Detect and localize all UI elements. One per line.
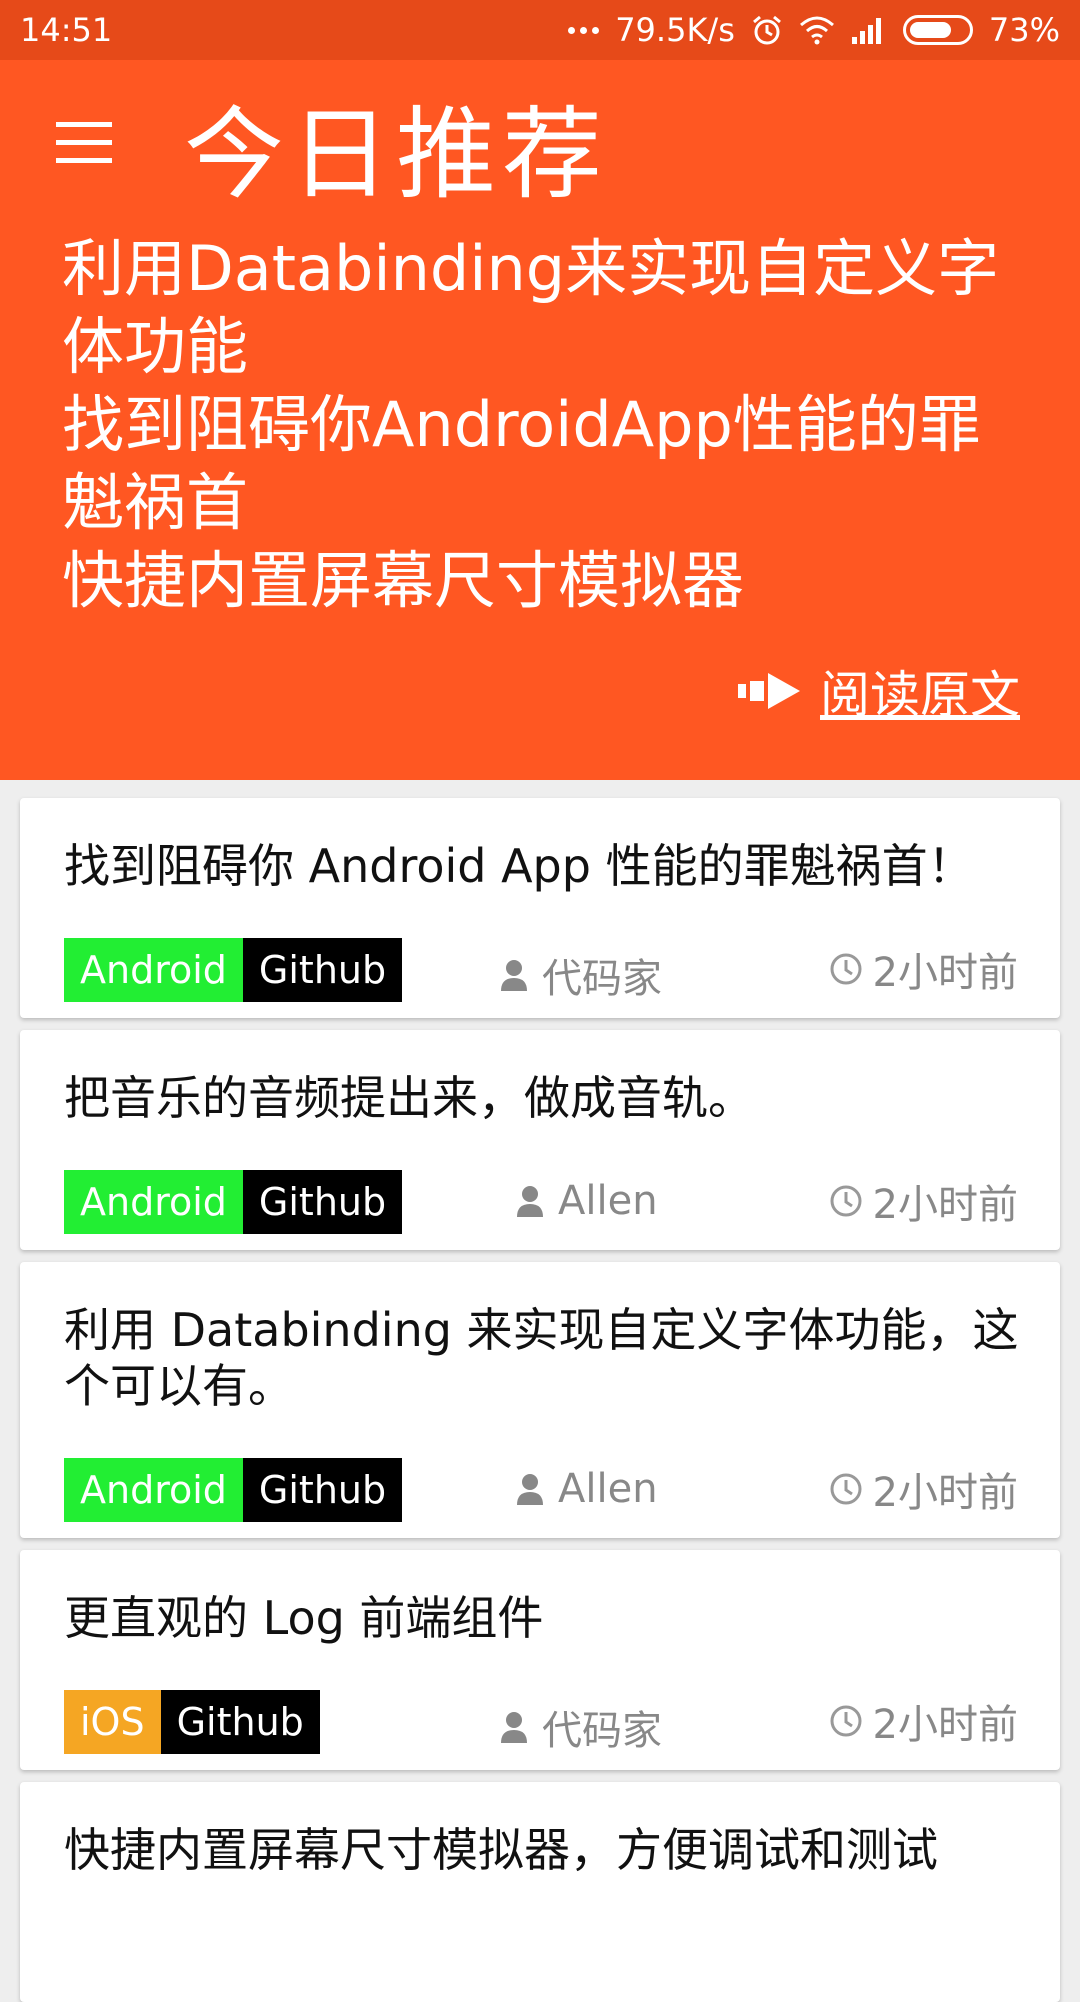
article-card[interactable]: 找到阻碍你 Android App 性能的罪魁祸首！ Android Githu… — [20, 798, 1060, 1018]
time-text: 2小时前 — [872, 1702, 1018, 1748]
article-tags: Android Github — [64, 1458, 403, 1522]
article-title[interactable]: 把音乐的音频提出来，做成音轨。 — [64, 1070, 1044, 1126]
article-time: 2小时前 — [829, 940, 1018, 998]
summary-item: 快捷内置屏幕尺寸模拟器 — [62, 544, 745, 617]
time-text: 2小时前 — [872, 1470, 1018, 1516]
article-title[interactable]: 利用 Databinding 来实现自定义字体功能，这个可以有。 — [64, 1302, 1044, 1414]
battery-icon — [902, 15, 973, 45]
person-icon — [517, 1186, 543, 1217]
clock-icon — [830, 1473, 862, 1505]
clock-icon — [830, 953, 862, 985]
tag-android[interactable]: Android — [64, 1458, 243, 1522]
author-name: Allen — [558, 1466, 658, 1512]
article-card[interactable]: 把音乐的音频提出来，做成音轨。 Android Github Allen 2小时… — [20, 1030, 1060, 1250]
article-time: 2小时前 — [829, 1460, 1018, 1518]
article-card[interactable]: 利用 Databinding 来实现自定义字体功能，这个可以有。 Android… — [20, 1262, 1060, 1538]
article-time: 2小时前 — [829, 1172, 1018, 1230]
summary-item: 找到阻碍你AndroidApp性能的罪魁祸首 — [62, 388, 981, 539]
person-icon — [501, 960, 527, 991]
alarm-icon — [752, 15, 781, 45]
tag-android[interactable]: Android — [64, 1170, 243, 1234]
more-dots-icon — [568, 26, 600, 34]
tag-android[interactable]: Android — [64, 938, 243, 1002]
clock-icon — [830, 1185, 862, 1217]
tag-github[interactable]: Github — [242, 1458, 403, 1522]
signal-icon — [851, 18, 881, 44]
status-time: 14:51 — [20, 11, 113, 49]
time-text: 2小时前 — [872, 950, 1018, 996]
article-tags: Android Github — [64, 938, 403, 1002]
article-author: 代码家 — [500, 1698, 662, 1756]
article-tags: iOS Github — [64, 1690, 320, 1754]
author-name: 代码家 — [542, 956, 662, 1002]
article-time: 2小时前 — [829, 1692, 1018, 1750]
tag-github[interactable]: Github — [242, 1170, 403, 1234]
hamburger-menu-icon[interactable] — [56, 122, 112, 166]
article-author: Allen — [516, 1466, 658, 1512]
wifi-icon — [799, 16, 834, 45]
article-title[interactable]: 快捷内置屏幕尺寸模拟器，方便调试和测试 — [64, 1822, 964, 1878]
clock-icon — [830, 1705, 862, 1737]
person-icon — [517, 1474, 543, 1505]
article-card[interactable]: 快捷内置屏幕尺寸模拟器，方便调试和测试 — [20, 1782, 1060, 2002]
read-more-link[interactable]: 阅读原文 — [738, 655, 1020, 727]
tag-github[interactable]: Github — [160, 1690, 320, 1754]
tag-github[interactable]: Github — [242, 938, 403, 1002]
tag-ios[interactable]: iOS — [64, 1690, 161, 1754]
author-name: Allen — [558, 1178, 658, 1224]
article-title[interactable]: 更直观的 Log 前端组件 — [64, 1590, 1044, 1646]
recommend-summary: 利用Databinding来实现自定义字体功能 找到阻碍你AndroidApp性… — [62, 230, 1022, 620]
status-bar: 14:51 79.5K/s 73% — [0, 0, 1080, 60]
summary-item: 利用Databinding来实现自定义字体功能 — [62, 232, 1000, 383]
time-text: 2小时前 — [872, 1182, 1018, 1228]
author-name: 代码家 — [542, 1708, 662, 1754]
arrow-right-icon — [738, 673, 800, 709]
article-tags: Android Github — [64, 1170, 403, 1234]
net-speed: 79.5K/s — [615, 11, 735, 49]
page-title: 今日推荐 — [184, 96, 608, 213]
article-title[interactable]: 找到阻碍你 Android App 性能的罪魁祸首！ — [64, 838, 1044, 894]
article-author: 代码家 — [500, 946, 662, 1004]
article-card[interactable]: 更直观的 Log 前端组件 iOS Github 代码家 2小时前 — [20, 1550, 1060, 1770]
article-author: Allen — [516, 1178, 658, 1224]
status-indicators: 79.5K/s 73% — [568, 11, 1060, 49]
person-icon — [501, 1712, 527, 1743]
daily-recommend-header: 今日推荐 利用Databinding来实现自定义字体功能 找到阻碍你Androi… — [0, 60, 1080, 780]
read-more-label[interactable]: 阅读原文 — [820, 655, 1020, 727]
battery-percent: 73% — [988, 11, 1060, 49]
